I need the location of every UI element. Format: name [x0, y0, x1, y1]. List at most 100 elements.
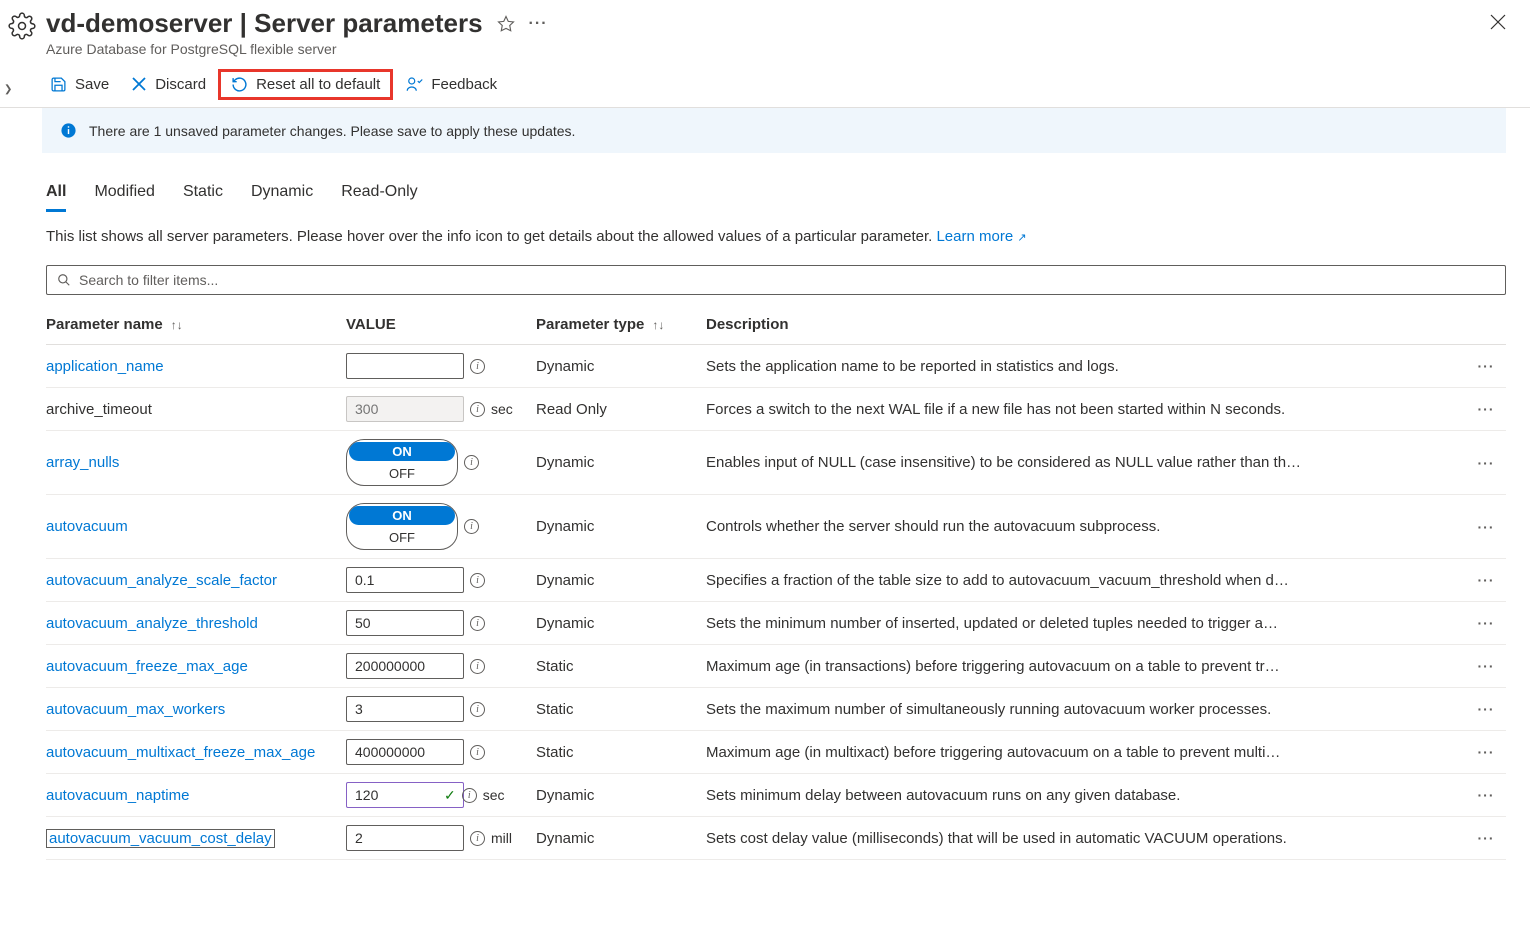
table-row: autovacuum_analyze_thresholdiDynamicSets… — [46, 602, 1506, 645]
col-parameter-name[interactable]: Parameter name ↑↓ — [46, 316, 346, 333]
row-actions-icon[interactable]: ··· — [1466, 572, 1506, 588]
row-actions-icon[interactable]: ··· — [1466, 615, 1506, 631]
parameter-type: Dynamic — [536, 787, 706, 804]
external-link-icon: ↗ — [1017, 232, 1026, 244]
save-button[interactable]: Save — [50, 76, 109, 93]
parameter-description: Maximum age (in multixact) before trigge… — [706, 744, 1466, 761]
tab-dynamic[interactable]: Dynamic — [251, 183, 313, 212]
feedback-button[interactable]: Feedback — [405, 75, 497, 93]
col-parameter-type[interactable]: Parameter type ↑↓ — [536, 316, 706, 333]
table-row: autovacuum ONOFF i DynamicControls whether … — [46, 495, 1506, 559]
info-icon[interactable]: i — [470, 831, 485, 846]
parameter-description: Sets minimum delay between autovacuum ru… — [706, 787, 1466, 804]
info-icon[interactable]: i — [470, 359, 485, 374]
parameter-type: Dynamic — [536, 615, 706, 632]
value-input[interactable] — [346, 696, 464, 722]
info-icon[interactable]: i — [464, 519, 479, 534]
learn-more-link[interactable]: Learn more ↗ — [936, 228, 1026, 245]
page-title: vd-demoserver | Server parameters — [46, 8, 483, 39]
parameter-description: Forces a switch to the next WAL file if … — [706, 401, 1466, 418]
value-input[interactable] — [346, 825, 464, 851]
value-input[interactable] — [346, 567, 464, 593]
parameter-name-link[interactable]: autovacuum_vacuum_cost_delay — [46, 829, 275, 848]
parameter-type: Dynamic — [536, 358, 706, 375]
search-box[interactable] — [46, 265, 1506, 295]
parameter-name-link: archive_timeout — [46, 401, 152, 418]
parameter-description: Sets the application name to be reported… — [706, 358, 1466, 375]
info-icon[interactable]: i — [470, 702, 485, 717]
info-icon[interactable]: i — [462, 788, 477, 803]
value-input[interactable] — [346, 653, 464, 679]
parameter-name-link[interactable]: array_nulls — [46, 454, 119, 471]
unit-label: sec — [491, 401, 519, 417]
toggle-switch[interactable]: ONOFF — [346, 439, 458, 486]
value-input[interactable] — [346, 610, 464, 636]
parameter-type: Dynamic — [536, 830, 706, 847]
row-actions-icon[interactable]: ··· — [1466, 701, 1506, 717]
parameter-type: Dynamic — [536, 454, 706, 471]
search-input[interactable] — [79, 272, 1495, 288]
row-actions-icon[interactable]: ··· — [1466, 744, 1506, 760]
row-actions-icon[interactable]: ··· — [1466, 830, 1506, 846]
expand-chevron-icon[interactable]: ❯ — [4, 84, 12, 95]
search-icon — [57, 273, 71, 287]
parameter-name-link[interactable]: autovacuum_analyze_threshold — [46, 615, 258, 632]
tab-all[interactable]: All — [46, 183, 66, 212]
info-icon[interactable]: i — [470, 745, 485, 760]
value-input — [346, 396, 464, 422]
discard-button[interactable]: Discard — [131, 76, 206, 93]
parameter-description: Sets the maximum number of simultaneousl… — [706, 701, 1466, 718]
reset-icon — [231, 76, 248, 93]
value-input[interactable] — [346, 353, 464, 379]
row-actions-icon[interactable]: ··· — [1466, 401, 1506, 417]
tab-modified[interactable]: Modified — [94, 183, 154, 212]
toggle-switch[interactable]: ONOFF — [346, 503, 458, 550]
parameter-name-link[interactable]: autovacuum_naptime — [46, 787, 189, 804]
value-input[interactable] — [346, 739, 464, 765]
info-icon[interactable]: i — [470, 402, 485, 417]
info-icon[interactable]: i — [470, 659, 485, 674]
gear-icon — [8, 12, 36, 40]
table-row: autovacuum_freeze_max_ageiStaticMaximum … — [46, 645, 1506, 688]
parameter-name-link[interactable]: autovacuum_freeze_max_age — [46, 658, 248, 675]
table-row: autovacuum_naptime✓isecDynamicSets minim… — [46, 774, 1506, 817]
parameter-name-link[interactable]: autovacuum_analyze_scale_factor — [46, 572, 277, 589]
reset-all-button[interactable]: Reset all to default — [231, 76, 380, 93]
table-row: autovacuum_multixact_freeze_max_age i Stat… — [46, 731, 1506, 774]
parameter-name-link[interactable]: autovacuum_multixact_freeze_max_age — [46, 744, 315, 761]
parameter-type: Dynamic — [536, 518, 706, 535]
sort-icon: ↑↓ — [171, 318, 183, 332]
parameter-description: Sets cost delay value (milliseconds) tha… — [706, 830, 1466, 847]
tab-static[interactable]: Static — [183, 183, 223, 212]
table-row: array_nulls ONOFF i DynamicEnables input of… — [46, 431, 1506, 495]
favorite-star-icon[interactable] — [497, 15, 515, 33]
row-actions-icon[interactable]: ··· — [1466, 519, 1506, 535]
parameter-type: Static — [536, 744, 706, 761]
parameter-description: Maximum age (in transactions) before tri… — [706, 658, 1466, 675]
parameter-name-link[interactable]: autovacuum — [46, 518, 128, 535]
parameter-type: Static — [536, 701, 706, 718]
parameter-type: Dynamic — [536, 572, 706, 589]
row-actions-icon[interactable]: ··· — [1466, 658, 1506, 674]
info-icon[interactable]: i — [464, 455, 479, 470]
unit-label: mill — [491, 830, 519, 846]
table-row: archive_timeoutisecRead OnlyForces a swi… — [46, 388, 1506, 431]
close-icon[interactable] — [1490, 14, 1506, 30]
row-actions-icon[interactable]: ··· — [1466, 455, 1506, 471]
more-menu-icon[interactable]: ··· — [529, 15, 548, 33]
parameter-description: Enables input of NULL (case insensitive)… — [706, 454, 1466, 471]
row-actions-icon[interactable]: ··· — [1466, 787, 1506, 803]
parameter-description: Controls whether the server should run t… — [706, 518, 1466, 535]
filter-tabs: All Modified Static Dynamic Read-Only — [0, 153, 1530, 212]
parameter-name-link[interactable]: application_name — [46, 358, 164, 375]
col-description[interactable]: Description — [706, 316, 1466, 333]
info-icon[interactable]: i — [470, 616, 485, 631]
col-value[interactable]: VALUE — [346, 316, 536, 333]
info-icon[interactable]: i — [470, 573, 485, 588]
value-input[interactable] — [346, 782, 464, 808]
parameter-name-link[interactable]: autovacuum_max_workers — [46, 701, 225, 718]
table-row: autovacuum_vacuum_cost_delay imill Dynamic… — [46, 817, 1506, 860]
tab-readonly[interactable]: Read-Only — [341, 183, 417, 212]
row-actions-icon[interactable]: ··· — [1466, 358, 1506, 374]
discard-icon — [131, 76, 147, 92]
